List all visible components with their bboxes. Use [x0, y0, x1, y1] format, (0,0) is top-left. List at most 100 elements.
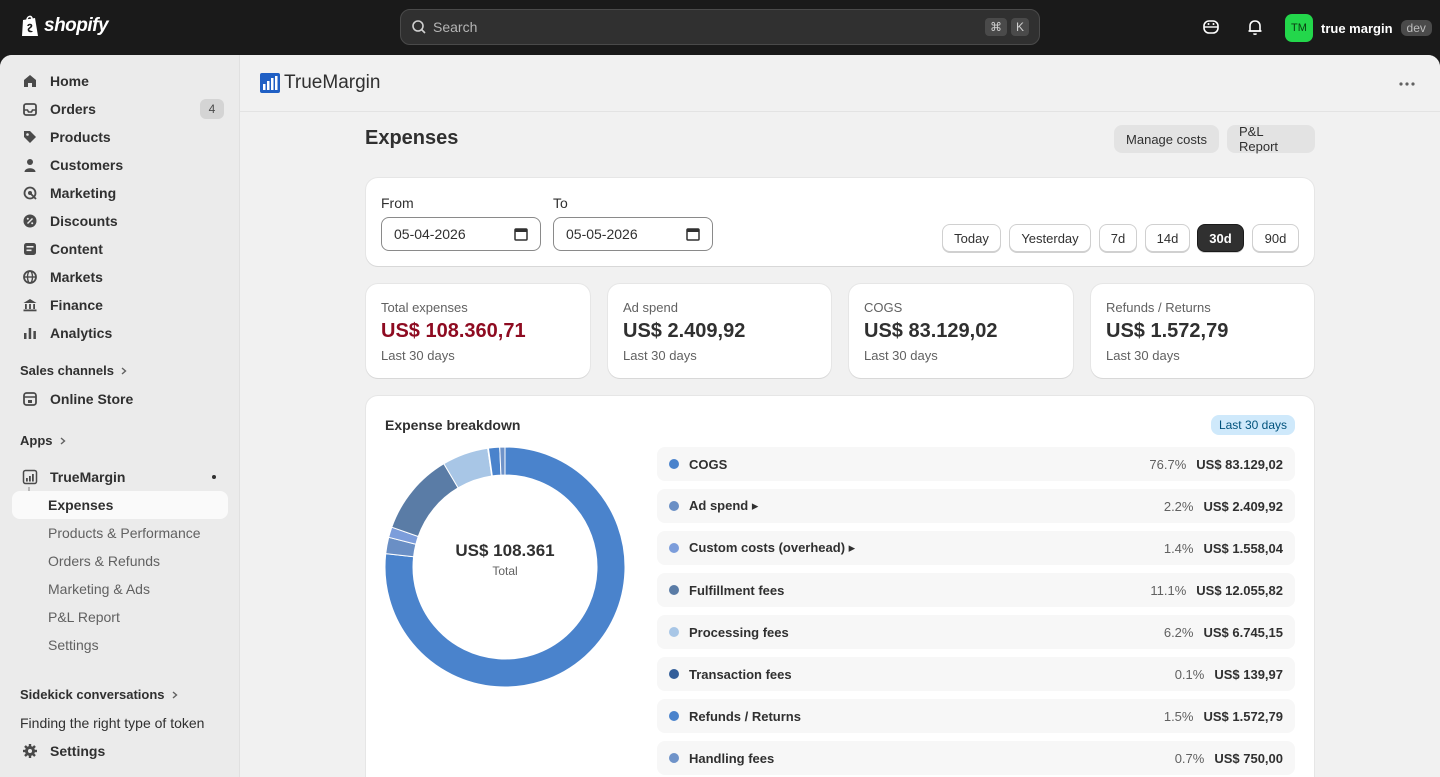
globe-icon — [23, 270, 37, 284]
sidebar-item-label: Customers — [50, 157, 124, 173]
breakdown-row-label: Ad spend ▸ — [689, 498, 759, 513]
sidebar-item-label: Orders & Refunds — [48, 553, 161, 569]
search-input[interactable] — [433, 19, 981, 35]
manage-costs-button[interactable]: Manage costs — [1114, 125, 1219, 153]
sidebar-item-label: Online Store — [50, 391, 134, 407]
calendar-icon[interactable] — [514, 227, 528, 241]
breakdown-row[interactable]: Transaction fees 0.1% US$ 139,97 — [657, 657, 1295, 691]
range-30d-button[interactable]: 30d — [1197, 224, 1244, 252]
search-bar[interactable]: ⌘ K — [400, 9, 1040, 45]
shortcut-key-k: K — [1010, 18, 1029, 36]
stat-card-refunds-returns: Refunds / Returns US$ 1.572,79 Last 30 d… — [1091, 284, 1314, 378]
sidekick-heading[interactable]: Sidekick conversations — [20, 687, 179, 702]
sidekick-icon[interactable] — [1201, 17, 1221, 37]
donut-total: US$ 108.361 — [455, 541, 555, 560]
sidebar: Home Orders 4 Products Customers Marketi… — [0, 55, 240, 777]
stat-label: Ad spend — [623, 300, 678, 315]
stat-value: US$ 1.572,79 — [1106, 320, 1229, 342]
sidebar-item-products[interactable]: Products — [12, 123, 228, 151]
sidebar-item-customers[interactable]: Customers — [12, 151, 228, 179]
donut-slice[interactable] — [391, 463, 459, 538]
breakdown-row-label: COGS — [689, 456, 728, 472]
shortcut-key-cmd: ⌘ — [984, 18, 1007, 36]
range-90d-button[interactable]: 90d — [1252, 224, 1299, 252]
sidebar-item-content[interactable]: Content — [12, 235, 228, 263]
breakdown-row-amount: US$ 750,00 — [1214, 750, 1283, 766]
sidebar-item-label: Orders — [50, 101, 96, 117]
breakdown-row-label: Custom costs (overhead) ▸ — [689, 540, 856, 555]
sidebar-item-orders[interactable]: Orders 4 — [12, 95, 228, 123]
sidebar-item-label: Marketing & Ads — [48, 581, 150, 597]
breakdown-row[interactable]: COGS 76.7% US$ 83.129,02 — [657, 447, 1295, 481]
store-name: true margin — [1321, 20, 1393, 36]
donut-total-caption: Total — [492, 564, 518, 578]
chevron-right-icon — [121, 366, 127, 375]
more-actions-icon[interactable] — [1398, 75, 1416, 93]
apps-heading[interactable]: Apps — [20, 433, 67, 448]
sales-channels-label: Sales channels — [20, 363, 114, 378]
breakdown-row[interactable]: Processing fees 6.2% US$ 6.745,15 — [657, 615, 1295, 649]
range-14d-button[interactable]: 14d — [1145, 224, 1190, 252]
shopify-logo[interactable]: shopify — [20, 14, 109, 38]
home-icon — [24, 75, 36, 87]
stat-card-cogs: COGS US$ 83.129,02 Last 30 days — [849, 284, 1073, 378]
range-7d-button[interactable]: 7d — [1099, 224, 1137, 252]
breakdown-row-amount: US$ 6.745,15 — [1203, 624, 1283, 640]
breakdown-row-percent: 2.2% — [1163, 498, 1194, 514]
sidebar-item-label: Marketing — [50, 185, 117, 201]
breakdown-row[interactable]: Handling fees 0.7% US$ 750,00 — [657, 741, 1295, 775]
pl-report-button[interactable]: P&L Report — [1227, 124, 1315, 154]
from-label: From — [381, 195, 414, 211]
sidekick-conversation-item[interactable]: Finding the right type of token — [20, 715, 204, 731]
to-date-value: 05-05-2026 — [566, 226, 638, 242]
breakdown-row-label: Transaction fees — [689, 666, 792, 682]
sidebar-item-pl-report[interactable]: P&L Report — [12, 603, 228, 631]
person-icon — [24, 159, 36, 172]
sidebar-item-finance[interactable]: Finance — [12, 291, 228, 319]
stat-period: Last 30 days — [381, 348, 455, 363]
breakdown-row-label: Fulfillment fees — [689, 582, 785, 598]
gear-icon — [23, 744, 37, 758]
breakdown-row-label: Refunds / Returns — [689, 708, 801, 724]
breakdown-row[interactable]: Ad spend ▸ 2.2% US$ 2.409,92 — [657, 489, 1295, 523]
bell-icon[interactable] — [1245, 17, 1265, 37]
sidebar-item-marketing-ads[interactable]: Marketing & Ads — [12, 575, 228, 603]
search-icon — [412, 20, 426, 34]
sidebar-item-orders-refunds[interactable]: Orders & Refunds — [12, 547, 228, 575]
sidebar-item-online-store[interactable]: Online Store — [12, 385, 228, 413]
sidebar-item-home[interactable]: Home — [12, 67, 228, 95]
breakdown-row[interactable]: Refunds / Returns 1.5% US$ 1.572,79 — [657, 699, 1295, 733]
account-menu[interactable]: TM true margin dev — [1285, 14, 1432, 42]
sidebar-item-analytics[interactable]: Analytics — [12, 319, 228, 347]
period-badge: Last 30 days — [1210, 415, 1295, 435]
calendar-icon[interactable] — [686, 227, 700, 241]
stat-label: Total expenses — [381, 300, 468, 315]
expense-breakdown-card: Expense breakdown Last 30 days US$ 108.3… — [366, 396, 1314, 777]
sidebar-item-label: Settings — [50, 743, 106, 759]
breakdown-row-percent: 1.4% — [1163, 540, 1194, 556]
donut-slice[interactable] — [499, 447, 506, 476]
sales-channels-heading[interactable]: Sales channels — [20, 363, 128, 378]
to-date-input[interactable]: 05-05-2026 — [553, 217, 713, 251]
range-today-button[interactable]: Today — [942, 224, 1001, 252]
sidebar-item-expenses[interactable]: Expenses — [12, 491, 228, 519]
range-yesterday-button[interactable]: Yesterday — [1009, 224, 1091, 252]
app-title: TrueMargin — [284, 72, 381, 93]
store-icon — [23, 392, 37, 406]
breakdown-row[interactable]: Fulfillment fees 11.1% US$ 12.055,82 — [657, 573, 1295, 607]
sidebar-item-products-performance[interactable]: Products & Performance — [12, 519, 228, 547]
sidebar-item-app-settings[interactable]: Settings — [12, 631, 228, 659]
chevron-right-icon — [60, 436, 66, 445]
breakdown-row-percent: 1.5% — [1163, 708, 1194, 724]
sidebar-item-marketing[interactable]: Marketing — [12, 179, 228, 207]
legend-dot — [669, 753, 679, 763]
from-date-input[interactable]: 05-04-2026 — [381, 217, 541, 251]
sidebar-item-settings[interactable]: Settings — [12, 737, 228, 765]
date-filter-card: From 05-04-2026 To 05-05-2026 Today Yest… — [366, 178, 1314, 266]
sidebar-item-discounts[interactable]: Discounts — [12, 207, 228, 235]
breakdown-row[interactable]: Custom costs (overhead) ▸ 1.4% US$ 1.558,0… — [657, 531, 1295, 565]
sidebar-item-truemargin[interactable]: TrueMargin — [12, 463, 228, 491]
admin-frame: Home Orders 4 Products Customers Marketi… — [0, 55, 1440, 777]
sidebar-item-markets[interactable]: Markets — [12, 263, 228, 291]
brand-name: shopify — [44, 15, 109, 36]
